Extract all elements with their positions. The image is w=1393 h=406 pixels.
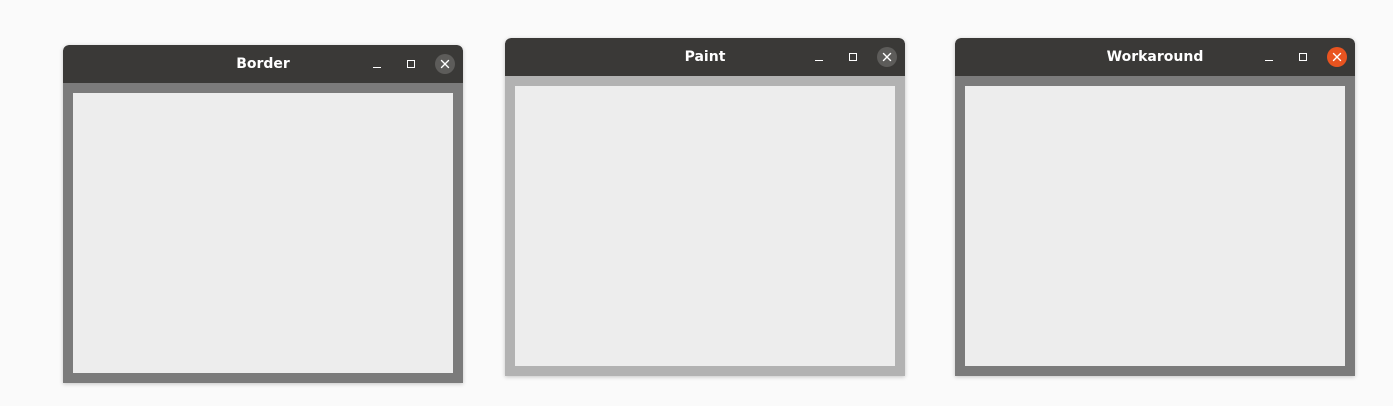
window-border-frame bbox=[955, 76, 1355, 376]
minimize-button[interactable] bbox=[367, 54, 387, 74]
close-button[interactable] bbox=[877, 47, 897, 67]
maximize-button[interactable] bbox=[1293, 47, 1313, 67]
window-border-frame bbox=[505, 76, 905, 376]
minimize-icon bbox=[815, 60, 823, 61]
close-icon bbox=[440, 59, 450, 69]
maximize-icon bbox=[849, 53, 857, 61]
maximize-button[interactable] bbox=[843, 47, 863, 67]
window-paint: Paint bbox=[505, 38, 905, 376]
window-content[interactable] bbox=[965, 86, 1345, 366]
titlebar[interactable]: Border bbox=[63, 45, 463, 83]
maximize-button[interactable] bbox=[401, 54, 421, 74]
window-content[interactable] bbox=[73, 93, 453, 373]
close-button[interactable] bbox=[435, 54, 455, 74]
titlebar[interactable]: Workaround bbox=[955, 38, 1355, 76]
maximize-icon bbox=[1299, 53, 1307, 61]
titlebar[interactable]: Paint bbox=[505, 38, 905, 76]
minimize-button[interactable] bbox=[1259, 47, 1279, 67]
window-border-frame bbox=[63, 83, 463, 383]
minimize-icon bbox=[1265, 60, 1273, 61]
close-icon bbox=[1332, 52, 1342, 62]
maximize-icon bbox=[407, 60, 415, 68]
window-border: Border bbox=[63, 45, 463, 383]
close-icon bbox=[882, 52, 892, 62]
close-button[interactable] bbox=[1327, 47, 1347, 67]
minimize-button[interactable] bbox=[809, 47, 829, 67]
window-workaround: Workaround bbox=[955, 38, 1355, 376]
minimize-icon bbox=[373, 67, 381, 68]
window-content[interactable] bbox=[515, 86, 895, 366]
